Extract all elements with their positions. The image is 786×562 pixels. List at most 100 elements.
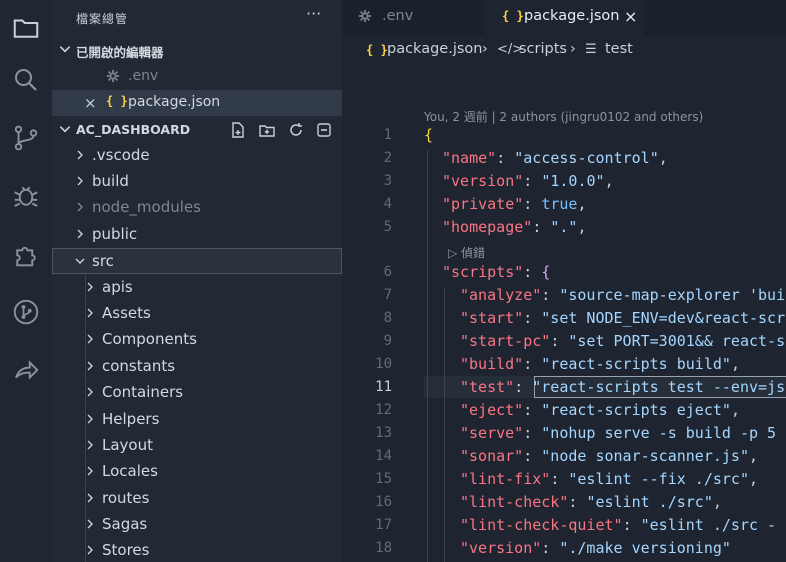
close-icon[interactable]: × (84, 94, 97, 112)
open-editor-item[interactable]: .env (52, 63, 342, 89)
sidebar-title: 檔案總管 (76, 12, 129, 26)
breadcrumb-separator: › (482, 41, 488, 57)
collapse-all-icon[interactable] (315, 121, 333, 139)
code-line-current[interactable]: "test": "react-scripts test --env=js (460, 378, 785, 396)
indent-guide (444, 287, 445, 562)
refresh-icon[interactable] (287, 121, 305, 139)
json-key: "version" (460, 539, 542, 557)
code-line[interactable]: "lint-check": "eslint ./src", (460, 493, 722, 511)
code-line[interactable]: "homepage": ".", (442, 218, 587, 236)
tree-folder[interactable]: Sagas (52, 512, 342, 538)
tree-folder[interactable]: .vscode (52, 143, 342, 169)
line-number: 16 (375, 494, 392, 510)
debug-codelens[interactable]: ▷ 偵錯 (448, 244, 485, 261)
tree-folder[interactable]: node_modules (52, 195, 342, 221)
json-key: "test" (460, 378, 515, 396)
gear-icon (106, 69, 120, 83)
tree-folder[interactable]: apis (52, 275, 342, 301)
tree-folder[interactable]: Layout (52, 433, 342, 459)
json-value: { (541, 263, 551, 281)
json-value: "set PORT=3001&& react-s (568, 332, 786, 350)
extensions-icon[interactable] (0, 226, 52, 282)
list-icon: ☰ (585, 42, 597, 57)
new-file-icon[interactable] (229, 121, 247, 139)
open-editor-label: .env (128, 68, 159, 84)
tree-folder[interactable]: Assets (52, 301, 342, 327)
tab-package-json[interactable]: { } package.json × (484, 0, 644, 35)
line-number: 13 (375, 425, 392, 441)
tree-label: Components (102, 330, 197, 348)
code-line[interactable]: "version": "1.0.0", (442, 172, 614, 190)
json-key: "lint-check" (460, 493, 569, 511)
chevron-right-icon (87, 493, 93, 503)
new-folder-icon[interactable] (258, 121, 276, 139)
code-line[interactable]: "start-pc": "set PORT=3001&& react-s (460, 332, 785, 350)
json-key: "build" (460, 355, 524, 373)
code-line[interactable]: "private": true, (442, 195, 587, 213)
json-key: "scripts" (442, 263, 524, 281)
code-line[interactable]: "scripts": { (442, 263, 550, 281)
tree-label: Helpers (102, 410, 160, 428)
tree-folder[interactable]: Stores (52, 538, 342, 562)
code-line[interactable]: "build": "react-scripts build", (460, 355, 740, 373)
explorer-icon[interactable] (0, 0, 52, 56)
search-icon[interactable] (0, 52, 52, 108)
git-graph-icon[interactable] (0, 284, 52, 340)
more-actions-button[interactable]: ··· (306, 4, 321, 23)
code-line[interactable]: "eject": "react-scripts eject", (460, 401, 740, 419)
breadcrumb-key[interactable]: test (605, 41, 633, 57)
tree-folder[interactable]: Locales (52, 459, 342, 485)
tree-label: src (92, 252, 114, 270)
line-number: 2 (383, 150, 392, 166)
close-icon[interactable]: × (624, 7, 637, 26)
json-key: "lint-check-quiet" (460, 516, 623, 534)
tree-label: node_modules (92, 198, 201, 216)
live-share-icon[interactable] (0, 342, 52, 398)
code-line[interactable]: "lint-check-quiet": "eslint ./src - (460, 516, 776, 534)
json-value: true (541, 195, 578, 213)
breadcrumb-file[interactable]: package.json (387, 41, 482, 57)
tree-folder[interactable]: Helpers (52, 407, 342, 433)
open-editor-item[interactable]: × { } package.json (52, 90, 342, 116)
braces-icon: { } (106, 94, 128, 108)
code-line[interactable]: "start": "set NODE_ENV=dev&react-scr (460, 309, 785, 327)
chevron-right-icon (77, 150, 83, 160)
code-line[interactable]: "sonar": "node sonar-scanner.js", (460, 447, 758, 465)
json-tail: , (730, 401, 740, 419)
json-value: "set NODE_ENV=dev&react-scr (541, 309, 786, 327)
source-control-icon[interactable] (0, 110, 52, 166)
code-line[interactable]: "version": "./make versioning" (460, 539, 731, 557)
code-line[interactable]: "serve": "nohup serve -s build -p 5 (460, 424, 776, 442)
chevron-right-icon (87, 361, 93, 371)
indent-guide (427, 150, 428, 562)
json-key: "serve" (460, 424, 524, 442)
json-key: "lint-fix" (460, 470, 551, 488)
tree-folder[interactable]: Containers (52, 380, 342, 406)
line-number: 7 (383, 287, 392, 303)
tree-folder[interactable]: routes (52, 486, 342, 512)
code-line[interactable]: "analyze": "source-map-explorer 'bui (460, 286, 785, 304)
tree-folder-src[interactable]: src (52, 248, 342, 274)
tree-folder[interactable]: Components (52, 327, 342, 353)
debug-icon[interactable] (0, 168, 52, 224)
code-line[interactable]: "lint-fix": "eslint --fix ./src", (460, 470, 758, 488)
code-line[interactable]: "name": "access-control", (442, 149, 668, 167)
open-editors-section[interactable]: 已開啟的編輯器 (52, 37, 342, 63)
chevron-right-icon (77, 229, 83, 239)
explorer-sidebar: 檔案總管 ··· 已開啟的編輯器 .env × { } package.json… (52, 0, 342, 562)
tree-folder[interactable]: constants (52, 354, 342, 380)
json-value: "source-map-explorer 'bui (559, 286, 786, 304)
chevron-down-icon (59, 46, 71, 53)
tree-folder[interactable]: public (52, 222, 342, 248)
tree-folder[interactable]: build (52, 169, 342, 195)
tree-label: Locales (102, 462, 158, 480)
tab-env[interactable]: .env (342, 0, 484, 35)
json-tail: , (577, 195, 587, 213)
tree-label: build (92, 172, 129, 190)
line-number-current: 11 (375, 379, 392, 395)
line-number: 9 (383, 333, 392, 349)
breadcrumb-section[interactable]: scripts (519, 41, 567, 57)
git-blame-annotation[interactable]: You, 2 週前 | 2 authors (jingru0102 and ot… (424, 108, 703, 125)
code-line[interactable]: { (424, 126, 433, 144)
chevron-right-icon (87, 545, 93, 555)
